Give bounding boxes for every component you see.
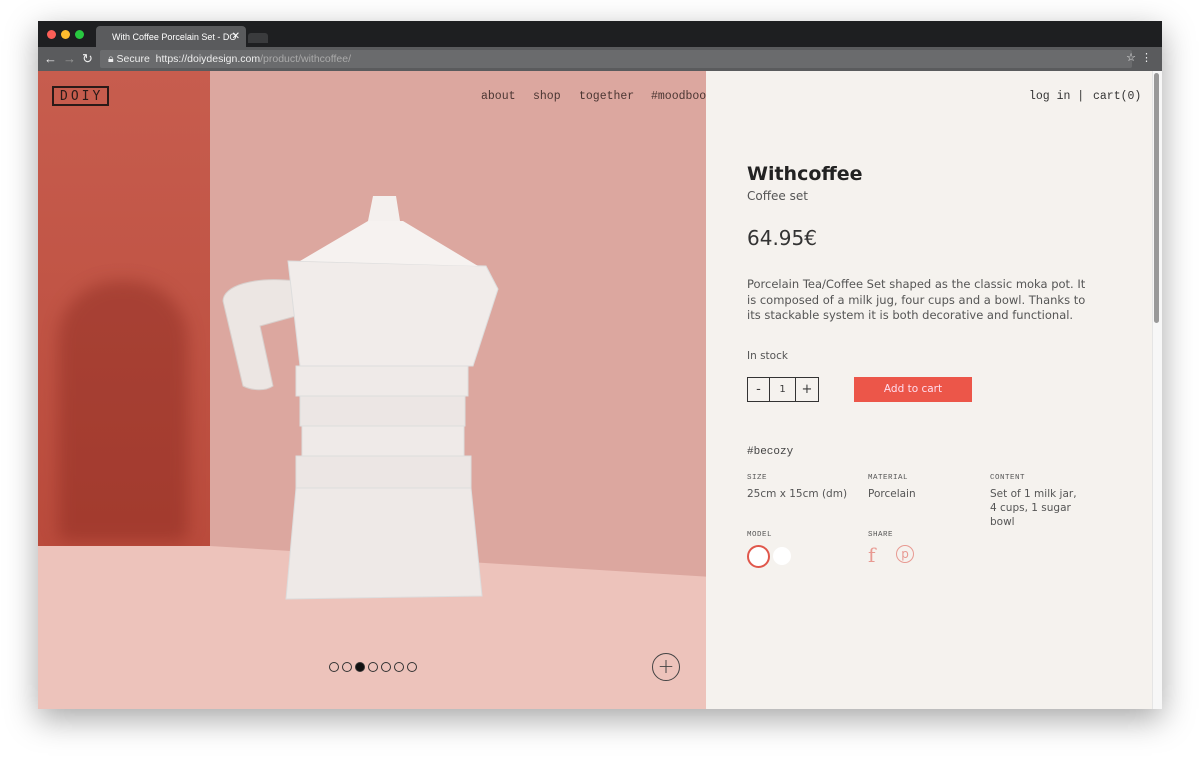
url-input[interactable]: 🔒︎ Secure https://doiydesign.com/product… [100, 50, 1132, 68]
model-label: MODEL [747, 531, 773, 539]
close-tab-icon[interactable]: ✕ [232, 31, 240, 42]
maximize-window-button[interactable] [75, 30, 84, 39]
url-path: /product/withcoffee/ [260, 53, 351, 65]
carousel-dot[interactable] [381, 662, 391, 672]
lock-icon: 🔒︎ [108, 53, 114, 65]
model-swatch-selected[interactable] [747, 545, 770, 568]
stock-status: In stock [747, 350, 788, 362]
nav-shop[interactable]: shop [533, 90, 561, 103]
pinterest-icon[interactable]: p [896, 545, 914, 563]
scrollbar-thumb[interactable] [1154, 73, 1159, 323]
product-description: Porcelain Tea/Coffee Set shaped as the c… [747, 277, 1086, 322]
nav-together[interactable]: together [579, 90, 634, 103]
nav-moodbook[interactable]: #moodbook [651, 90, 706, 103]
product-image: DOIY about shop together #moodbook + [38, 71, 706, 709]
product-price: 64.95€ [747, 226, 817, 250]
carousel-dot[interactable] [407, 662, 417, 672]
secure-label: Secure [116, 53, 150, 65]
close-window-button[interactable] [47, 30, 56, 39]
nav-about[interactable]: about [481, 90, 516, 103]
address-bar: ← → ↻ 🔒︎ Secure https://doiydesign.com/p… [38, 47, 1162, 71]
add-to-cart-button[interactable]: Add to cart [854, 377, 972, 402]
moka-pot-illustration [222, 196, 499, 600]
share-label: SHARE [868, 531, 894, 539]
spec-value-size: 25cm x 15cm (dm) [747, 488, 848, 500]
carousel-dot[interactable] [394, 662, 404, 672]
product-subtitle: Coffee set [747, 189, 808, 203]
facebook-icon[interactable]: f [868, 543, 875, 567]
spec-label-material: MATERIAL [868, 474, 909, 482]
spec-value-material: Porcelain [868, 488, 916, 500]
tab-bar: With Coffee Porcelain Set - DO ✕ [38, 21, 1162, 47]
spec-value-content: Set of 1 milk jar, 4 cups, 1 sugar bowl [990, 488, 1077, 528]
spec-label-size: SIZE [747, 474, 768, 482]
cart-link[interactable]: cart(0) [1093, 90, 1141, 103]
carousel-dot[interactable] [342, 662, 352, 672]
new-tab-button[interactable] [248, 33, 268, 43]
carousel-dots [329, 662, 417, 672]
tab-title: With Coffee Porcelain Set - DO [112, 32, 237, 42]
minimize-window-button[interactable] [61, 30, 70, 39]
zoom-plus-icon[interactable]: + [652, 653, 680, 681]
scrollbar[interactable] [1152, 71, 1162, 709]
carousel-dot[interactable] [368, 662, 378, 672]
model-swatch[interactable] [773, 547, 791, 565]
product-title: Withcoffee [747, 163, 863, 185]
site-logo[interactable]: DOIY [52, 86, 110, 106]
bookmark-star-icon[interactable]: ☆ [1126, 51, 1136, 64]
browser-window: With Coffee Porcelain Set - DO ✕ ← → ↻ 🔒︎… [38, 21, 1162, 709]
hashtag: #becozy [747, 446, 794, 458]
browser-tab[interactable]: With Coffee Porcelain Set - DO ✕ [96, 26, 246, 47]
page-content: DOIY about shop together #moodbook + log… [38, 71, 1162, 709]
quantity-stepper: - 1 + [747, 377, 819, 402]
menu-icon[interactable]: ⋮ [1141, 51, 1152, 64]
decrease-button[interactable]: - [748, 378, 770, 401]
forward-icon[interactable]: → [63, 51, 76, 66]
url-host: https://doiydesign.com [155, 53, 261, 65]
spec-label-content: CONTENT [990, 474, 1026, 482]
product-panel: log in | cart(0) Withcoffee Coffee set 6… [706, 71, 1162, 709]
back-icon[interactable]: ← [44, 51, 57, 66]
login-link[interactable]: log in | [1029, 90, 1084, 103]
quantity-input[interactable]: 1 [770, 378, 796, 401]
carousel-dot-active[interactable] [355, 662, 365, 672]
increase-button[interactable]: + [796, 378, 818, 401]
carousel-dot[interactable] [329, 662, 339, 672]
reload-icon[interactable]: ↻ [82, 51, 93, 67]
